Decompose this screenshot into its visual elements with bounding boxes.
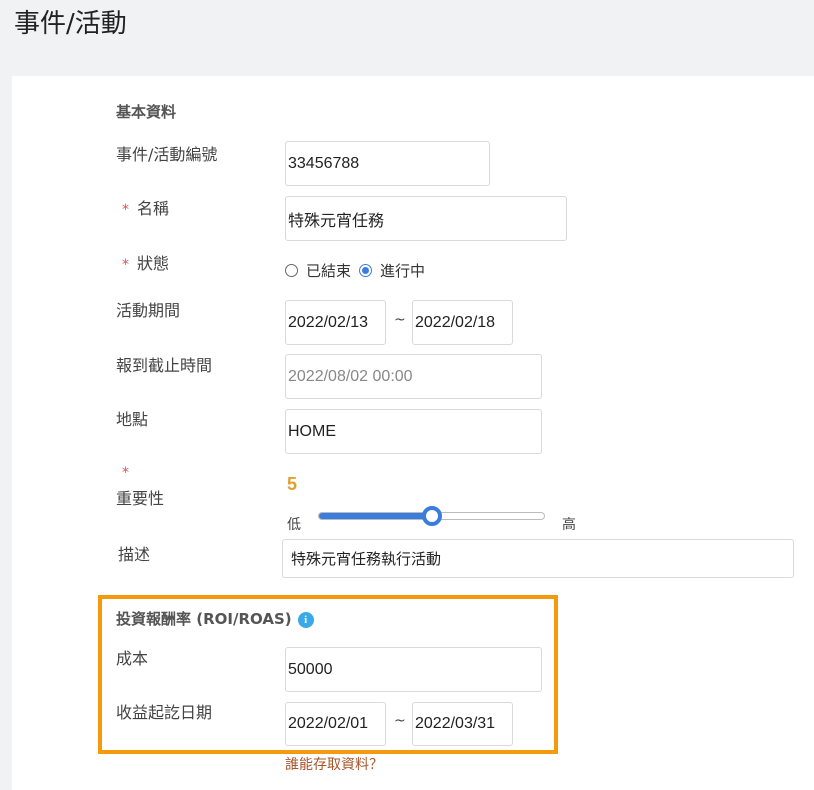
page-title: 事件/活動 [14,9,127,39]
location-input[interactable]: HOME [285,409,542,454]
roi-section-title: 投資報酬率 (ROI/ROAS) [116,610,292,628]
status-ongoing-label[interactable]: 進行中 [380,260,425,281]
location-label: 地點 [116,410,149,429]
period-separator: ~ [394,312,406,328]
roi-section-title-row: 投資報酬率 (ROI/ROAS) i [116,608,314,629]
name-label-row: * 名稱 [122,195,169,219]
revenue-end-input[interactable]: 2022/03/31 [412,702,513,746]
event-id-label: 事件/活動編號 [116,145,218,164]
cost-label: 成本 [116,649,149,668]
required-mark: * [122,257,129,273]
basic-info-section-title: 基本資料 [116,103,177,121]
importance-high-label: 高 [562,517,576,533]
name-label: 名稱 [137,199,170,218]
revenue-period-separator: ~ [394,713,406,729]
revenue-start-input[interactable]: 2022/02/01 [285,702,386,746]
status-radio-group: 已結束 進行中 [285,260,425,281]
importance-label: 重要性 [116,489,165,508]
cost-input[interactable]: 50000 [285,647,542,692]
importance-required-mark: * [122,465,129,481]
status-label: 狀態 [137,254,170,273]
status-label-row: * 狀態 [122,250,169,274]
info-icon[interactable]: i [297,611,314,628]
period-end-input[interactable]: 2022/02/18 [412,300,513,345]
status-ended-radio[interactable] [285,264,298,277]
revenue-period-label: 收益起訖日期 [116,703,213,722]
required-mark: * [122,202,129,218]
checkin-deadline-label: 報到截止時間 [116,356,213,375]
importance-low-label: 低 [287,517,301,533]
checkin-deadline-input[interactable]: 2022/08/02 00:00 [285,354,542,399]
status-ongoing-radio[interactable] [359,264,373,277]
importance-slider-fill [319,513,432,519]
description-input[interactable]: 特殊元宵任務執行活動 [282,539,794,578]
access-data-link[interactable]: 誰能存取資料？ [285,754,383,774]
name-input[interactable]: 特殊元宵任務 [285,196,567,241]
importance-slider-thumb[interactable] [421,506,442,526]
description-label: 描述 [118,545,151,564]
status-ended-label[interactable]: 已結束 [306,260,351,281]
period-start-input[interactable]: 2022/02/13 [285,300,386,345]
importance-value: 5 [287,474,298,494]
event-id-input[interactable]: 33456788 [285,141,490,186]
period-label: 活動期間 [116,301,181,320]
